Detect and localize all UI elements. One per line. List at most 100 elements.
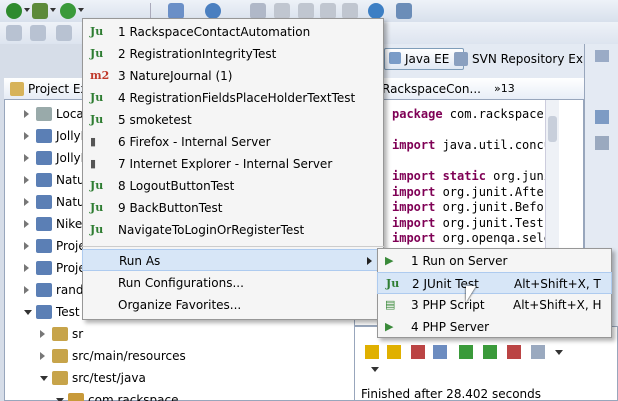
history-menu-item[interactable]: ▮ 6 Firefox - Internal Server [82, 131, 384, 153]
junit-icon: Ju [90, 25, 104, 38]
code-line: import org.openqa.sele [392, 231, 551, 246]
history-menu-item[interactable]: Ju 9 BackButtonTest [82, 197, 384, 219]
external-tools-icon[interactable] [205, 3, 221, 19]
project-explorer-tab[interactable]: Project Ex [4, 78, 86, 100]
code-line: package com.rackspace; [392, 107, 551, 122]
run-configurations-menu-item[interactable]: Run Configurations... [82, 272, 384, 294]
toolbar-separator [150, 3, 151, 19]
collapsed-arrow-icon[interactable] [40, 352, 45, 360]
next-failure-icon[interactable] [365, 345, 379, 359]
stop-icon[interactable] [507, 345, 521, 359]
code-line: import java.util.concu [392, 138, 551, 153]
run-as-submenu-item[interactable]: Ju 2 JUnit Test Alt+Shift+X, T [377, 272, 612, 294]
project-icon [36, 217, 52, 231]
globe-icon[interactable] [368, 3, 384, 19]
collapsed-arrow-icon[interactable] [24, 242, 29, 250]
code-keyword: package [392, 107, 443, 121]
project-icon [36, 195, 52, 209]
collapsed-arrow-icon[interactable] [24, 110, 29, 118]
previous-failure-icon[interactable] [387, 345, 401, 359]
editor-overflow-indicator[interactable]: »13 [494, 78, 515, 99]
collapsed-arrow-icon[interactable] [40, 330, 45, 338]
expanded-arrow-icon[interactable] [24, 310, 32, 315]
show-failures-icon[interactable] [411, 345, 425, 359]
rerun-icon[interactable] [459, 345, 473, 359]
collapse-icon[interactable] [371, 367, 379, 372]
junit-icon: Ju [90, 113, 104, 126]
history-icon[interactable] [433, 345, 447, 359]
bug-icon[interactable] [32, 3, 48, 19]
run-icon[interactable] [60, 3, 76, 19]
code-keyword: import [392, 215, 436, 230]
java-ee-label: Java EE [405, 52, 450, 66]
maximize-icon[interactable] [595, 50, 609, 62]
php-server-icon: ▶ [385, 320, 394, 333]
collapsed-arrow-icon[interactable] [24, 154, 29, 162]
history-menu-item[interactable]: Ju 4 RegistrationFieldsPlaceHolderTextTes… [82, 87, 384, 109]
run-as-submenu-item[interactable]: ▶ 1 Run on Server [377, 250, 612, 272]
source-folder-icon [52, 349, 68, 363]
run-as-label: Run As [119, 254, 161, 268]
maven-icon: m2 [90, 69, 110, 82]
source-folder-icon [52, 371, 68, 385]
task-list-icon[interactable] [595, 136, 609, 150]
history-menu-item[interactable]: Ju 1 RackspaceContactAutomation [82, 21, 384, 43]
keyboard-shortcut: Alt+Shift+X, H [513, 298, 602, 312]
history-menu-item[interactable]: Ju 8 LogoutButtonTest [82, 175, 384, 197]
run-dropdown-arrow[interactable] [78, 8, 84, 12]
folder-icon [10, 82, 24, 96]
history-menu-item[interactable]: Ju NavigateToLoginOrRegisterTest [82, 219, 384, 241]
editor-scrollbar[interactable] [545, 100, 559, 250]
collapsed-arrow-icon[interactable] [24, 198, 29, 206]
wrench-icon[interactable] [250, 3, 266, 19]
outline-icon[interactable] [595, 110, 609, 124]
server-icon [36, 107, 52, 121]
back-icon[interactable] [6, 25, 22, 41]
run-as-menu-item[interactable]: Run As [82, 249, 384, 271]
browser-launch-icon: ▮ [90, 135, 97, 148]
scroll-lock-icon[interactable] [320, 3, 336, 19]
code-keyword: import [392, 200, 436, 214]
run-as-submenu-item[interactable]: ▤ 3 PHP Script Alt+Shift+X, H [377, 294, 612, 316]
clear-icon[interactable] [298, 3, 314, 19]
code-text: org.openqa.sele [435, 231, 551, 245]
scrollbar-thumb[interactable] [548, 116, 557, 142]
next-annotation-icon[interactable] [56, 25, 72, 41]
code-line: import org.junit.After [392, 185, 551, 200]
doc-icon[interactable] [342, 3, 358, 19]
collapsed-arrow-icon[interactable] [24, 132, 29, 140]
run-configurations-label: Run Configurations... [118, 276, 244, 290]
expanded-arrow-icon[interactable] [40, 376, 48, 381]
code-keyword: import [392, 184, 436, 199]
project-icon [36, 129, 52, 143]
view-menu-icon[interactable] [555, 350, 563, 355]
bug-dropdown-arrow[interactable] [50, 8, 56, 12]
project-icon [36, 239, 52, 253]
history-menu-item[interactable]: Ju 2 RegistrationIntegrityTest [82, 43, 384, 65]
debug-icon[interactable] [6, 3, 22, 19]
collapsed-arrow-icon[interactable] [24, 264, 29, 272]
new-server-icon[interactable] [168, 3, 184, 19]
collapsed-arrow-icon[interactable] [24, 286, 29, 294]
history-menu-item[interactable]: Ju 5 smoketest [82, 109, 384, 131]
collapsed-arrow-icon[interactable] [24, 220, 29, 228]
view-layout-icon[interactable] [531, 345, 545, 359]
php-script-icon: ▤ [385, 298, 396, 311]
pin-icon[interactable] [274, 3, 290, 19]
history-menu-item-label: 5 smoketest [118, 113, 192, 127]
editor-tab[interactable]: RackspaceCon... »13 [354, 78, 584, 100]
organize-favorites-menu-item[interactable]: Organize Favorites... [82, 294, 384, 316]
forward-icon[interactable] [30, 25, 46, 41]
search-icon[interactable] [396, 3, 412, 19]
code-keyword: import [392, 138, 436, 152]
debug-dropdown-arrow[interactable] [24, 8, 30, 12]
collapsed-arrow-icon[interactable] [24, 176, 29, 184]
java-ee-icon [389, 52, 401, 64]
code-line: import static org.juni [392, 169, 551, 184]
history-menu-item[interactable]: m2 3 NatureJournal (1) [82, 65, 384, 87]
rerun-failed-icon[interactable] [483, 345, 497, 359]
run-as-submenu-item[interactable]: ▶ 4 PHP Server [377, 316, 612, 338]
history-menu-item-label: 3 NatureJournal (1) [118, 69, 233, 83]
history-menu-item[interactable]: ▮ 7 Internet Explorer - Internal Server [82, 153, 384, 175]
organize-favorites-label: Organize Favorites... [118, 298, 242, 312]
